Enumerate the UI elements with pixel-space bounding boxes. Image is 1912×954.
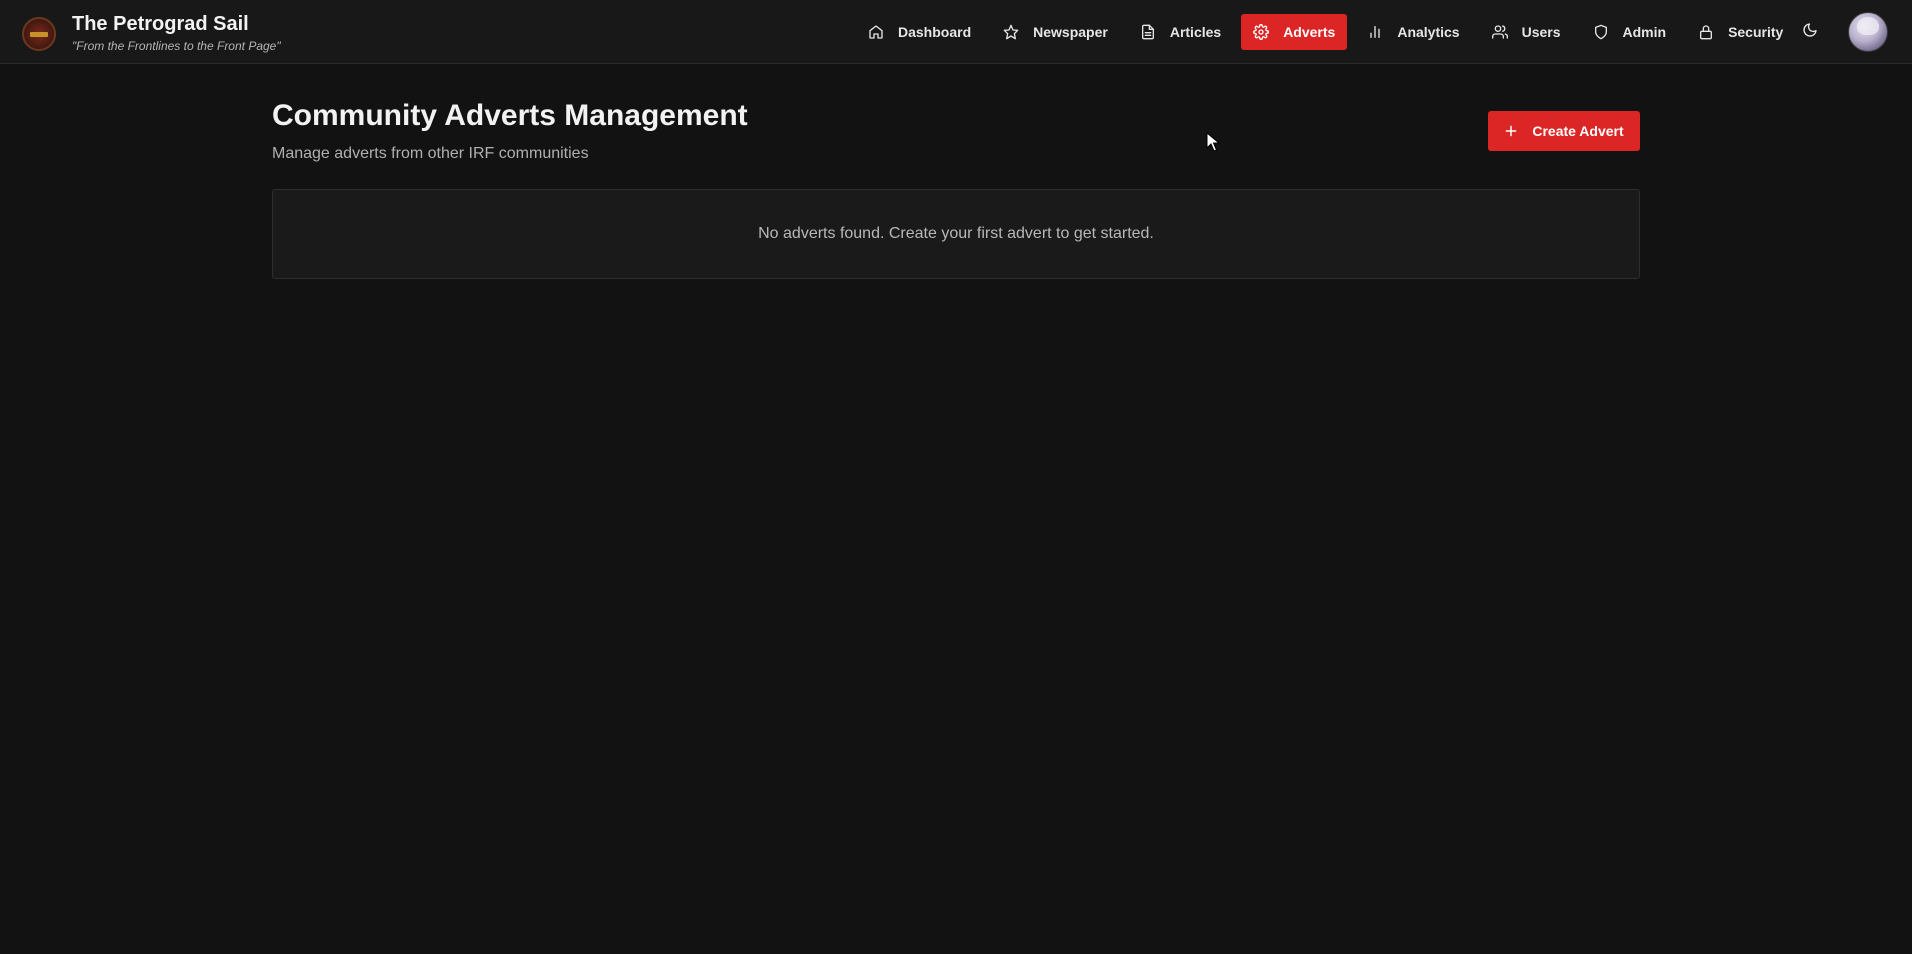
nav-item-users[interactable]: Users xyxy=(1480,14,1573,50)
nav-item-articles[interactable]: Articles xyxy=(1128,14,1233,50)
app-tagline: "From the Frontlines to the Front Page" xyxy=(72,39,281,53)
bar-chart-icon xyxy=(1370,26,1380,38)
nav-item-dashboard[interactable]: Dashboard xyxy=(856,14,983,50)
nav-label: Analytics xyxy=(1397,24,1460,40)
gear-icon xyxy=(1253,24,1270,40)
nav-item-newspaper[interactable]: Newspaper xyxy=(991,14,1120,50)
plus-icon xyxy=(1505,125,1517,137)
nav-item-security[interactable]: Security xyxy=(1686,14,1795,50)
star-icon xyxy=(1003,24,1019,40)
logo-icon xyxy=(22,17,56,51)
brand-text: The Petrograd Sail "From the Frontlines … xyxy=(72,12,281,54)
nav-label: Users xyxy=(1521,24,1561,40)
create-advert-button[interactable]: Create Advert xyxy=(1488,111,1640,151)
page-title: Community Adverts Management xyxy=(272,99,748,132)
mouse-cursor-icon xyxy=(1206,132,1220,152)
user-avatar[interactable] xyxy=(1848,12,1888,52)
nav-label: Articles xyxy=(1169,24,1222,40)
nav-label: Newspaper xyxy=(1033,24,1108,40)
document-icon xyxy=(1141,24,1154,40)
nav-label: Admin xyxy=(1622,24,1667,40)
home-icon xyxy=(869,25,883,39)
page-subtitle: Manage adverts from other IRF communitie… xyxy=(272,145,589,162)
shield-icon xyxy=(1594,24,1607,40)
users-icon xyxy=(1491,25,1508,39)
nav-item-admin[interactable]: Admin xyxy=(1581,14,1679,50)
brand[interactable]: The Petrograd Sail "From the Frontlines … xyxy=(22,12,281,54)
nav-item-analytics[interactable]: Analytics xyxy=(1355,14,1471,50)
create-advert-label: Create Advert xyxy=(1532,123,1624,139)
nav-label: Dashboard xyxy=(898,24,972,40)
nav-label: Security xyxy=(1728,24,1784,40)
moon-icon xyxy=(1803,23,1817,37)
main-nav: Dashboard Newspaper Articles Adverts Ana… xyxy=(856,14,1803,50)
empty-state-panel: No adverts found. Create your first adve… xyxy=(272,189,1640,279)
app-title: The Petrograd Sail xyxy=(72,13,249,35)
nav-item-adverts[interactable]: Adverts xyxy=(1241,14,1348,50)
empty-state-message: No adverts found. Create your first adve… xyxy=(758,225,1154,242)
lock-icon xyxy=(1700,25,1713,40)
nav-label: Adverts xyxy=(1283,24,1336,40)
theme-toggle-button[interactable] xyxy=(1802,22,1822,42)
top-header: The Petrograd Sail "From the Frontlines … xyxy=(0,0,1912,64)
